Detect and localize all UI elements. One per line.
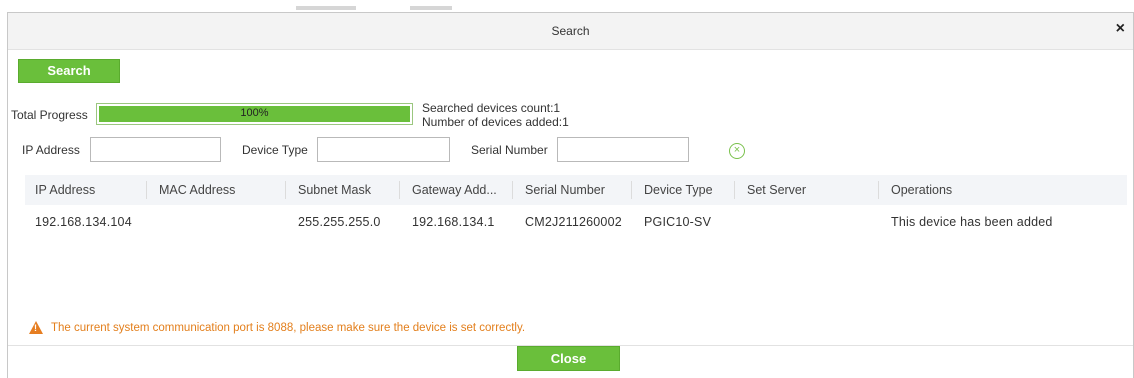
cell-serial-number: CM2J211260002	[525, 215, 622, 229]
column-set-server[interactable]: Set Server	[747, 183, 806, 197]
serial-number-input[interactable]	[557, 137, 689, 162]
device-table-header: IP Address MAC Address Subnet Mask Gatew…	[25, 175, 1127, 205]
column-separator	[631, 181, 632, 199]
dialog-title: Search	[551, 24, 590, 38]
background-strip	[0, 0, 1134, 12]
close-button[interactable]: Close	[517, 346, 620, 371]
column-separator	[285, 181, 286, 199]
column-serial-number[interactable]: Serial Number	[525, 183, 605, 197]
total-progress-label: Total Progress	[11, 108, 88, 122]
dialog-titlebar: Search ×	[8, 13, 1133, 50]
warning-text: The current system communication port is…	[51, 321, 526, 334]
serial-number-label: Serial Number	[471, 143, 548, 157]
column-separator	[734, 181, 735, 199]
searched-count-text: Searched devices count:1	[422, 101, 561, 115]
cell-subnet-mask: 255.255.255.0	[298, 215, 381, 229]
warning-triangle-icon: !	[29, 321, 43, 334]
column-separator	[512, 181, 513, 199]
column-operations[interactable]: Operations	[891, 183, 952, 197]
column-separator	[878, 181, 879, 199]
column-separator	[146, 181, 147, 199]
clear-icon[interactable]: ×	[729, 143, 745, 159]
ip-address-label: IP Address	[22, 143, 80, 157]
cell-operations: This device has been added	[891, 215, 1053, 229]
cell-device-type: PGIC10-SV	[644, 215, 712, 229]
background-fragment	[410, 6, 452, 10]
search-button[interactable]: Search	[18, 59, 120, 83]
background-fragment	[296, 6, 356, 10]
cell-ip-address: 192.168.134.104	[35, 215, 132, 229]
column-gateway-address[interactable]: Gateway Add...	[412, 183, 497, 197]
column-device-type[interactable]: Device Type	[644, 183, 713, 197]
device-type-label: Device Type	[242, 143, 308, 157]
port-warning: ! The current system communication port …	[29, 321, 525, 334]
device-type-input[interactable]	[317, 137, 450, 162]
close-icon[interactable]: ×	[1116, 21, 1125, 37]
progress-percent: 100%	[240, 107, 269, 119]
column-subnet-mask[interactable]: Subnet Mask	[298, 183, 371, 197]
total-progress-bar: 100%	[96, 103, 413, 125]
ip-address-input[interactable]	[90, 137, 221, 162]
column-mac-address[interactable]: MAC Address	[159, 183, 235, 197]
column-separator	[399, 181, 400, 199]
column-ip-address[interactable]: IP Address	[35, 183, 95, 197]
search-dialog: Search × Search Total Progress 100% Sear…	[7, 12, 1134, 378]
added-count-text: Number of devices added:1	[422, 115, 569, 129]
cell-gateway: 192.168.134.1	[412, 215, 495, 229]
